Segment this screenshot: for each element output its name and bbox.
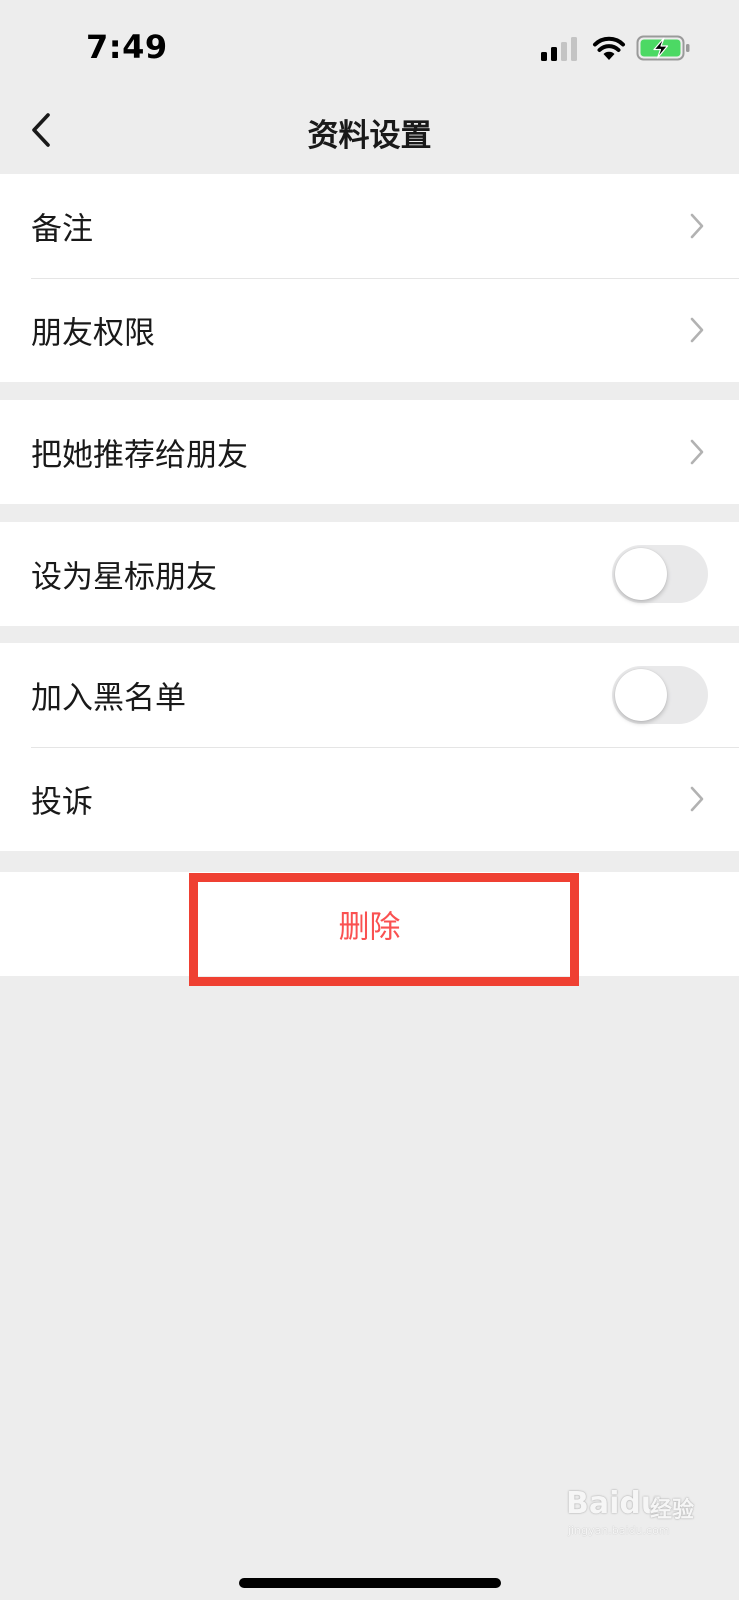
settings-group-block: 加入黑名单 投诉 [0,643,739,851]
cell-label: 把她推荐给朋友 [31,437,248,474]
home-indicator[interactable] [239,1578,501,1588]
watermark-url: jingyan.baidu.com [568,1524,670,1537]
status-time: 7:49 [86,28,168,66]
cell-friend-permissions[interactable]: 朋友权限 [0,278,739,382]
star-friend-toggle[interactable] [612,545,708,603]
toggle-knob [615,669,667,721]
nav-bar: 资料设置 [0,88,739,174]
baidu-jingyan-watermark: Baidu 经验 jingyan.baidu.com [566,1486,710,1537]
cell-label: 设为星标朋友 [31,559,217,596]
chevron-right-icon [690,317,704,343]
cell-blacklist: 加入黑名单 [0,643,739,747]
chevron-right-icon [690,213,704,239]
cell-label: 备注 [31,211,93,248]
cell-complain[interactable]: 投诉 [0,747,739,851]
annotation-highlight-box [189,873,579,986]
toggle-knob [615,548,667,600]
cell-recommend-to-friend[interactable]: 把她推荐给朋友 [0,400,739,504]
cell-label: 投诉 [31,784,93,821]
battery-charging-icon [636,35,690,61]
blacklist-toggle[interactable] [612,666,708,724]
settings-group-star: 设为星标朋友 [0,522,739,626]
signal-icon [541,37,577,61]
settings-group-remark: 备注 朋友权限 [0,174,739,382]
settings-group-recommend: 把她推荐给朋友 [0,400,739,504]
page-title: 资料设置 [307,118,432,154]
cell-label: 加入黑名单 [31,680,186,717]
cell-star-friend: 设为星标朋友 [0,522,739,626]
chevron-right-icon [690,439,704,465]
cell-label: 朋友权限 [31,315,155,352]
watermark-cn: 经验 [650,1498,695,1523]
watermark-brand: Baidu [566,1486,663,1521]
wifi-icon [593,36,625,60]
chevron-right-icon [690,786,704,812]
status-bar: 7:49 [0,0,739,88]
cell-remark[interactable]: 备注 [0,174,739,278]
